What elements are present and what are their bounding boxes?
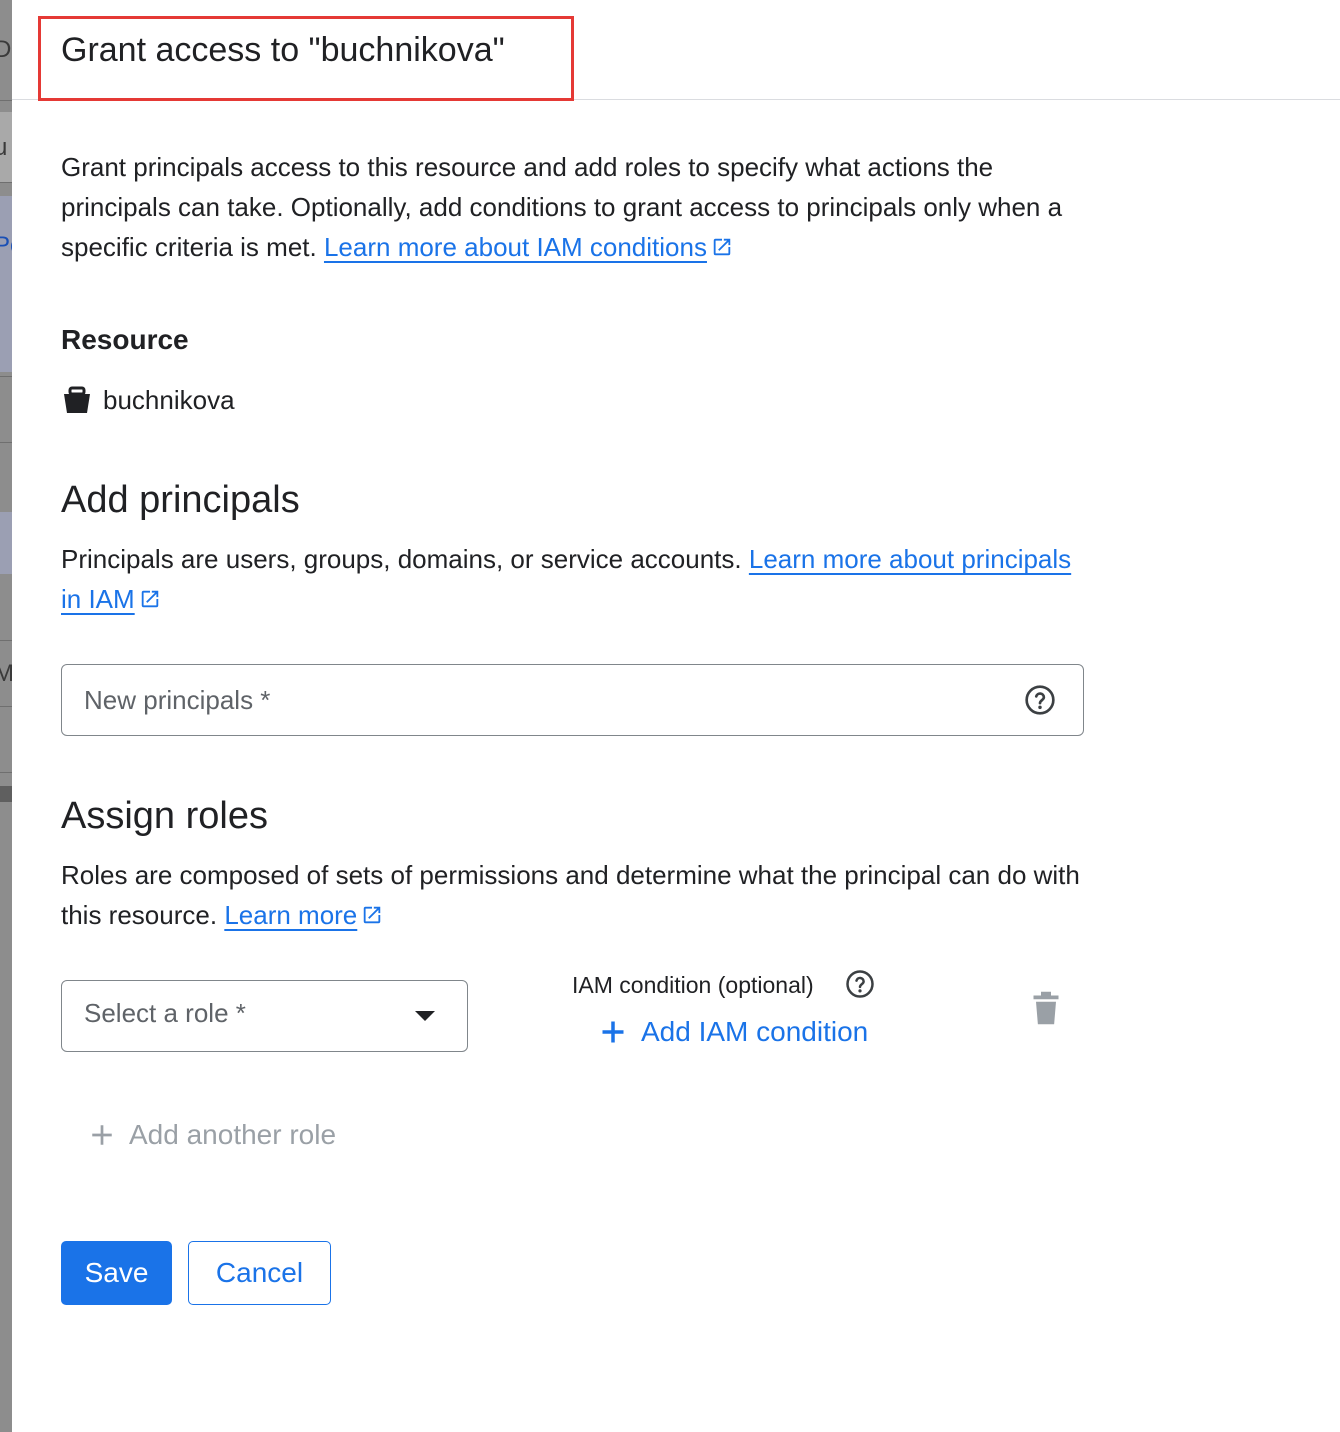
add-another-role-button[interactable]: Add another role <box>89 1115 336 1155</box>
external-link-icon <box>141 590 158 608</box>
iam-condition-label: IAM condition (optional) <box>572 972 814 998</box>
background-divider <box>0 100 12 101</box>
panel-header: Grant access to "buchnikova" <box>12 0 1340 101</box>
background-divider <box>0 640 12 641</box>
principals-description: Principals are users, groups, domains, o… <box>61 539 1091 619</box>
background-divider <box>0 772 12 773</box>
iam-conditions-link[interactable]: Learn more about IAM conditions <box>324 232 707 262</box>
background-divider <box>0 706 12 707</box>
roles-description: Roles are composed of sets of permission… <box>61 855 1091 935</box>
delete-role-icon[interactable] <box>1031 990 1061 1026</box>
intro-paragraph: Grant principals access to this resource… <box>61 147 1091 267</box>
add-iam-condition-label: Add IAM condition <box>641 1016 869 1047</box>
add-principals-title: Add principals <box>61 479 300 521</box>
background-divider <box>0 442 12 443</box>
background-page: D u Pe M <box>0 0 12 1432</box>
background-strip <box>0 512 12 574</box>
select-role-placeholder: Select a role * <box>84 998 246 1028</box>
plus-icon <box>92 1125 112 1145</box>
background-text: D <box>0 36 12 63</box>
principals-description-text: Principals are users, groups, domains, o… <box>61 544 742 574</box>
background-text: M <box>0 660 12 687</box>
iam-condition-help-icon[interactable] <box>845 969 875 999</box>
add-another-role-label: Add another role <box>129 1119 337 1150</box>
new-principals-field[interactable] <box>61 664 1084 736</box>
cancel-button[interactable]: Cancel <box>188 1241 331 1305</box>
background-text: u <box>0 134 8 161</box>
assign-roles-title: Assign roles <box>61 795 268 837</box>
resource-item: buchnikova <box>61 380 235 420</box>
new-principals-input[interactable] <box>84 679 984 721</box>
select-role-dropdown[interactable]: Select a role * <box>61 980 468 1052</box>
bucket-icon <box>64 386 90 413</box>
background-strip <box>0 786 12 802</box>
external-link-icon <box>713 238 731 256</box>
roles-description-text: Roles are composed of sets of permission… <box>61 860 1080 930</box>
background-divider <box>0 182 12 183</box>
plus-icon <box>602 1021 624 1043</box>
resource-name: buchnikova <box>103 384 235 415</box>
resource-label: Resource <box>61 324 189 355</box>
background-strip <box>0 196 12 372</box>
add-iam-condition-button[interactable]: Add IAM condition <box>599 1012 868 1052</box>
help-icon[interactable] <box>1024 684 1056 716</box>
roles-learn-more-link[interactable]: Learn more <box>224 900 357 930</box>
panel-title: Grant access to "buchnikova" <box>61 31 505 69</box>
grant-access-panel: Grant access to "buchnikova" Grant princ… <box>12 0 1340 1432</box>
chevron-down-icon <box>415 1011 435 1021</box>
external-link-icon <box>364 906 381 924</box>
background-text: Pe <box>0 232 12 259</box>
background-divider <box>0 376 12 377</box>
save-button[interactable]: Save <box>61 1241 172 1305</box>
